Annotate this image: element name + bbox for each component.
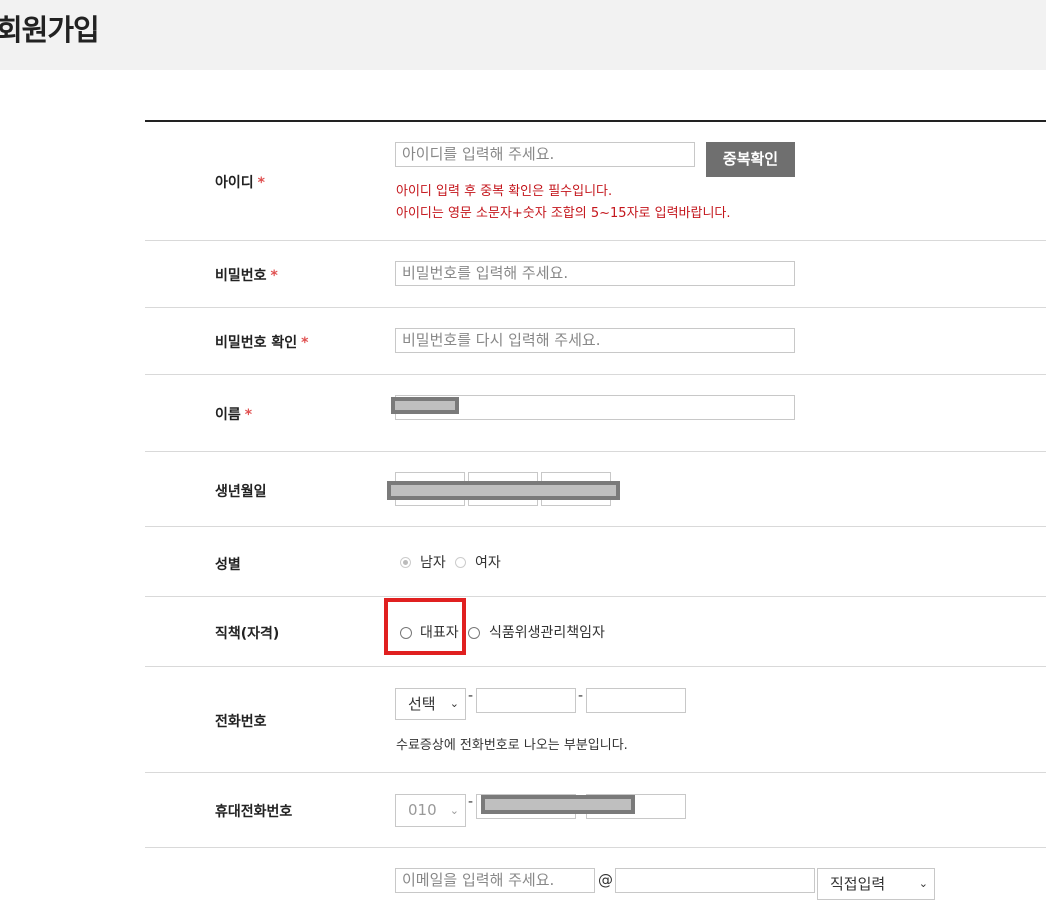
gender-male-label: 남자 (420, 555, 446, 571)
row-divider (145, 772, 1046, 773)
row-divider (145, 451, 1046, 452)
email-local-input[interactable]: 이메일을 입력해 주세요. (395, 868, 595, 893)
id-error-required: 아이디 입력 후 중복 확인은 필수입니다. (396, 184, 613, 199)
id-label: 아이디 * (215, 175, 265, 191)
gender-female-label: 여자 (475, 555, 501, 571)
birth-label: 생년월일 (215, 484, 267, 500)
phone-last-input[interactable] (586, 688, 686, 713)
password-confirm-label: 비밀번호 확인 * (215, 335, 309, 351)
redacted-mobile (481, 795, 635, 814)
row-divider (145, 526, 1046, 527)
row-divider (145, 596, 1046, 597)
position-label: 직책(자격) (215, 626, 280, 642)
row-divider (145, 307, 1046, 308)
required-mark: * (301, 335, 309, 351)
gender-label: 성별 (215, 557, 241, 573)
row-divider (145, 240, 1046, 241)
form-top-divider (145, 120, 1046, 122)
mobile-dash: - (468, 794, 474, 810)
required-mark: * (244, 407, 253, 423)
phone-dash: - (578, 688, 584, 704)
password-label: 비밀번호 * (215, 268, 278, 284)
position-hygiene-manager-label: 식품위생관리책임자 (489, 625, 605, 641)
chevron-down-icon: ⌄ (918, 877, 928, 890)
required-mark: * (257, 175, 265, 191)
position-hygiene-manager-radio[interactable] (468, 627, 480, 639)
redacted-name (391, 397, 459, 414)
email-at-sign: @ (598, 871, 613, 889)
phone-note: 수료증상에 전화번호로 나오는 부분입니다. (396, 738, 628, 753)
required-mark: * (270, 268, 278, 284)
id-error-format: 아이디는 영문 소문자+숫자 조합의 5~15자로 입력바랍니다. (396, 206, 731, 221)
row-divider (145, 374, 1046, 375)
gender-male-radio[interactable] (400, 557, 411, 568)
gender-female-radio[interactable] (455, 557, 466, 568)
phone-dash: - (468, 688, 474, 704)
row-divider (145, 847, 1046, 848)
mobile-prefix-select[interactable]: 010 ⌄ (395, 794, 466, 827)
email-domain-select-value: 직접입력 (830, 875, 886, 893)
chevron-down-icon: ⌄ (449, 804, 459, 817)
row-divider (145, 666, 1046, 667)
phone-label: 전화번호 (215, 714, 267, 730)
name-label: 이름 * (215, 407, 253, 423)
email-domain-input[interactable] (615, 868, 815, 893)
password-confirm-input[interactable]: 비밀번호를 다시 입력해 주세요. (395, 328, 795, 353)
chevron-down-icon: ⌄ (449, 697, 459, 710)
duplicate-check-button[interactable]: 중복확인 (706, 142, 795, 177)
mobile-prefix-select-value: 010 (408, 801, 437, 819)
page-header: 회원가입 (0, 0, 1046, 70)
mobile-label: 휴대전화번호 (215, 804, 293, 820)
page-title: 회원가입 (0, 13, 100, 47)
id-input[interactable]: 아이디를 입력해 주세요. (395, 142, 695, 167)
highlight-annotation (384, 598, 466, 655)
phone-area-select-value: 선택 (408, 695, 436, 713)
phone-area-select[interactable]: 선택 ⌄ (395, 688, 466, 720)
redacted-birth (387, 481, 620, 500)
phone-middle-input[interactable] (476, 688, 576, 713)
password-input[interactable]: 비밀번호를 입력해 주세요. (395, 261, 795, 286)
email-domain-select[interactable]: 직접입력 ⌄ (817, 868, 935, 900)
